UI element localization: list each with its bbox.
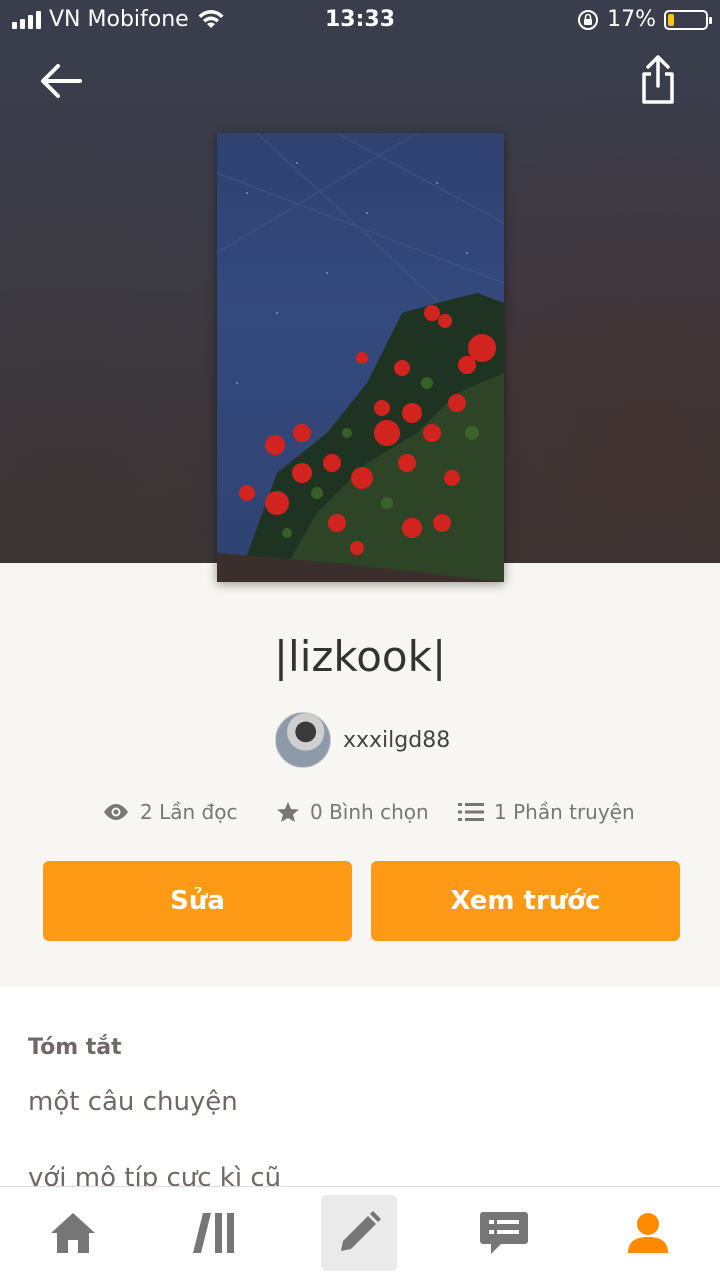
profile-icon <box>628 1213 668 1253</box>
stat-parts: 1 Phần truyện <box>458 800 635 824</box>
message-icon <box>480 1212 528 1254</box>
bottom-nav <box>0 1186 720 1280</box>
stat-votes-label: 0 Bình chọn <box>310 800 429 824</box>
preview-button[interactable]: Xem trước <box>371 861 680 941</box>
stat-parts-label: 1 Phần truyện <box>494 800 635 824</box>
home-icon <box>51 1213 95 1253</box>
summary-text: với mô típ cực kì cũ <box>28 1163 282 1187</box>
back-arrow-icon[interactable] <box>36 58 86 104</box>
list-icon <box>458 803 484 821</box>
edit-button[interactable]: Sửa <box>43 861 352 941</box>
battery-percent: 17% <box>607 7 656 32</box>
nav-home[interactable] <box>35 1195 111 1271</box>
nav-profile[interactable] <box>610 1195 686 1271</box>
library-icon <box>193 1213 234 1253</box>
avatar[interactable] <box>275 712 331 768</box>
rotation-lock-icon <box>578 9 599 30</box>
eye-icon <box>104 804 128 820</box>
nav-write[interactable] <box>321 1195 397 1271</box>
story-cover-image[interactable] <box>217 133 504 582</box>
story-stats: 2 Lần đọc 0 Bình chọn 1 Phần truyện <box>0 800 720 830</box>
story-title: |lizkook| <box>273 632 447 681</box>
star-icon <box>277 802 299 822</box>
stat-reads: 2 Lần đọc <box>102 800 237 824</box>
battery-icon <box>664 9 712 30</box>
status-bar: VN Mobifone 13:33 17% <box>0 0 720 40</box>
summary-label: Tóm tắt <box>28 1035 122 1060</box>
nav-messages[interactable] <box>466 1195 542 1271</box>
author-name[interactable]: xxxilgd88 <box>343 728 450 753</box>
rose-bush-illustration <box>217 133 504 582</box>
nav-library[interactable] <box>178 1195 254 1271</box>
author-link[interactable]: xxxilgd88 <box>275 712 450 768</box>
stat-votes: 0 Bình chọn <box>276 800 429 824</box>
pencil-icon <box>341 1211 381 1251</box>
share-icon[interactable] <box>634 54 682 108</box>
stat-reads-label: 2 Lần đọc <box>140 800 238 824</box>
summary-section: Tóm tắt một câu chuyện với mô típ cực kì… <box>0 987 720 1187</box>
summary-text: một câu chuyện <box>28 1087 238 1117</box>
